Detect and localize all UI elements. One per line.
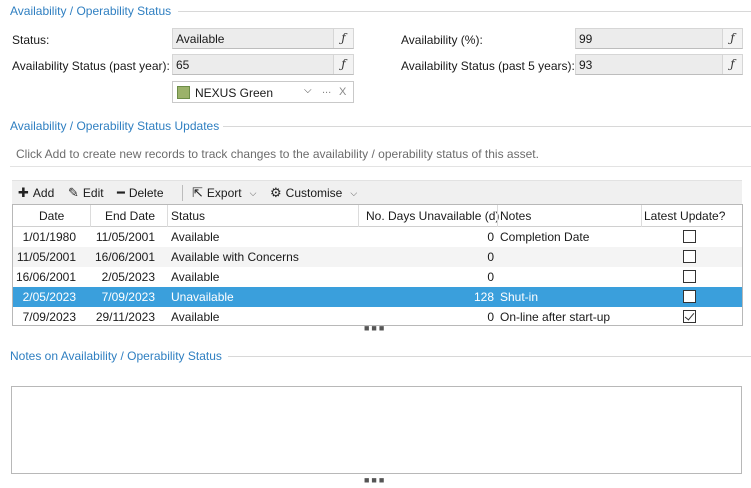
avail-past-5-field[interactable]: 93 ƒ <box>575 54 743 75</box>
updates-section-title: Availability / Operability Status Update… <box>10 119 220 133</box>
status-field[interactable]: Available ƒ <box>172 28 354 49</box>
table-row[interactable]: 11/05/2001 16/06/2001 Available with Conce… <box>13 247 742 267</box>
cell-end-date: 7/09/2023 <box>101 290 155 304</box>
status-value: Available <box>176 32 225 46</box>
formula-icon[interactable]: ƒ <box>722 55 742 74</box>
resize-grip[interactable]: ■■■ <box>364 323 386 333</box>
cell-days-unavailable: 0 <box>487 310 494 324</box>
table-row[interactable]: 2/05/2023 7/09/2023 Unavailable 128 Shut-in <box>13 287 742 307</box>
status-section-title: Availability / Operability Status <box>10 4 172 18</box>
cell-end-date: 11/05/2001 <box>95 230 155 244</box>
clear-button[interactable]: X <box>339 86 346 98</box>
cell-status: Available <box>171 230 220 244</box>
edit-icon: ✎ <box>68 185 79 200</box>
col-notes[interactable]: Notes <box>500 209 531 223</box>
updates-table: Date End Date Status No. Days Unavailabl… <box>12 204 743 326</box>
cell-days-unavailable: 0 <box>487 230 494 244</box>
section-divider <box>178 11 751 12</box>
plus-icon: ✚ <box>18 185 29 200</box>
customise-button[interactable]: ⚙ Customise ⌵ <box>270 185 357 201</box>
latest-update-checkbox[interactable] <box>683 250 696 263</box>
avail-past-year-field[interactable]: 65 ƒ <box>172 54 354 75</box>
status-label: Status: <box>12 33 50 47</box>
export-button[interactable]: ⇱ Export ⌵ <box>192 185 256 201</box>
avail-past-5-value: 93 <box>579 58 593 72</box>
cell-date: 2/05/2023 <box>22 290 76 304</box>
availability-pct-label: Availability (%): <box>401 33 483 47</box>
col-days-unavailable[interactable]: No. Days Unavailable (d) <box>366 209 499 223</box>
hint-text: Click Add to create new records to track… <box>16 147 539 161</box>
color-swatch <box>177 86 190 99</box>
availability-pct-value: 99 <box>579 32 593 46</box>
edit-button[interactable]: ✎ Edit <box>68 185 104 201</box>
minus-icon: ━ <box>117 185 125 200</box>
grid-toolbar: ✚ Add ✎ Edit ━ Delete ⇱ Export ⌵ ⚙ Custo… <box>12 180 742 204</box>
cell-status: Available with Concerns <box>171 250 299 264</box>
table-row[interactable]: 16/06/2001 2/05/2023 Available 0 <box>13 267 742 287</box>
rating-value: NEXUS Green <box>195 86 274 100</box>
cell-date: 16/06/2001 <box>15 270 76 284</box>
delete-button[interactable]: ━ Delete <box>117 185 164 201</box>
table-row[interactable]: 1/01/1980 11/05/2001 Available 0 Completion … <box>13 227 742 247</box>
col-date[interactable]: Date <box>39 209 64 223</box>
latest-update-checkbox[interactable] <box>683 290 696 303</box>
add-button[interactable]: ✚ Add <box>18 185 54 201</box>
export-icon: ⇱ <box>192 185 203 200</box>
avail-past-year-value: 65 <box>176 58 190 72</box>
cell-status: Available <box>171 310 220 324</box>
notes-section-title: Notes on Availability / Operability Stat… <box>10 349 222 363</box>
cell-date: 11/05/2001 <box>16 250 76 264</box>
formula-icon[interactable]: ƒ <box>333 55 353 74</box>
chevron-down-icon: ⌵ <box>350 187 358 198</box>
cell-date: 1/01/1980 <box>22 230 76 244</box>
cell-end-date: 16/06/2001 <box>94 250 155 264</box>
hint-divider <box>10 166 751 167</box>
availability-pct-field[interactable]: 99 ƒ <box>575 28 743 49</box>
cell-notes: Completion Date <box>500 230 590 244</box>
cell-days-unavailable: 0 <box>487 250 494 264</box>
col-status[interactable]: Status <box>171 209 205 223</box>
section-divider <box>223 126 751 127</box>
cell-end-date: 2/05/2023 <box>101 270 155 284</box>
section-divider <box>228 356 751 357</box>
col-latest-update[interactable]: Latest Update? <box>644 209 725 223</box>
col-end-date[interactable]: End Date <box>105 209 155 223</box>
formula-icon[interactable]: ƒ <box>333 29 353 48</box>
chevron-down-icon[interactable]: ⌵ <box>304 85 312 96</box>
gear-icon: ⚙ <box>270 185 282 200</box>
cell-end-date: 29/11/2023 <box>95 310 155 324</box>
cell-days-unavailable: 128 <box>473 290 494 304</box>
formula-icon[interactable]: ƒ <box>722 29 742 48</box>
chevron-down-icon: ⌵ <box>249 187 257 198</box>
resize-grip[interactable]: ■■■ <box>364 475 386 485</box>
cell-status: Unavailable <box>171 290 234 304</box>
cell-status: Available <box>171 270 220 284</box>
cell-notes: Shut-in <box>500 290 539 304</box>
avail-past-year-label: Availability Status (past year): <box>12 59 170 73</box>
table-header: Date End Date Status No. Days Unavailabl… <box>13 205 742 227</box>
latest-update-checkbox[interactable] <box>683 230 696 243</box>
toolbar-separator <box>182 185 183 201</box>
ellipsis-button[interactable]: ... <box>322 84 331 96</box>
rating-dropdown[interactable]: NEXUS Green ⌵ ... X <box>172 81 354 103</box>
cell-notes: On-line after start-up <box>500 310 611 324</box>
latest-update-checkbox[interactable] <box>683 310 696 323</box>
cell-days-unavailable: 0 <box>487 270 494 284</box>
avail-past-5-label: Availability Status (past 5 years): <box>401 59 575 73</box>
notes-textarea[interactable] <box>11 386 742 474</box>
latest-update-checkbox[interactable] <box>683 270 696 283</box>
cell-date: 7/09/2023 <box>22 310 76 324</box>
